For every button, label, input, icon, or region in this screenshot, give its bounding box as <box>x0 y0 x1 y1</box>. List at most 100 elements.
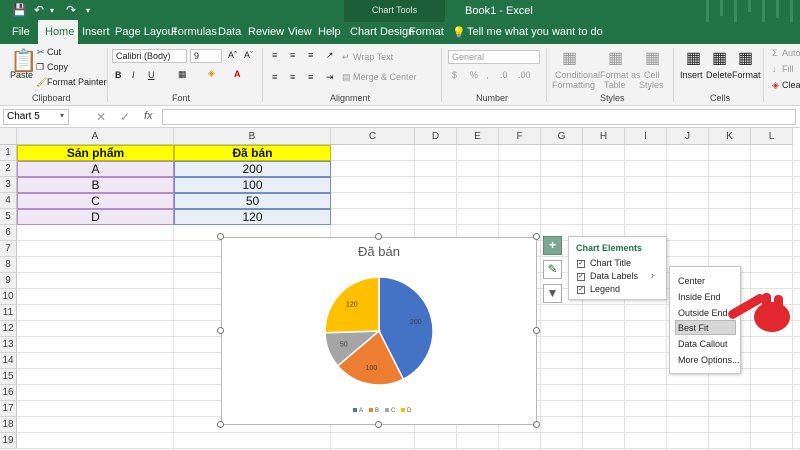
row-header-6[interactable]: 6 <box>0 225 17 241</box>
bold-icon[interactable]: B <box>115 70 122 80</box>
tab-file[interactable]: File <box>12 26 30 38</box>
menu-item-best-fit[interactable]: Best Fit <box>678 323 709 333</box>
resize-handle[interactable] <box>533 233 540 240</box>
column-header-g[interactable]: G <box>541 128 583 145</box>
borders-icon[interactable]: ▦ <box>178 69 187 80</box>
row-header-11[interactable]: 11 <box>0 305 17 321</box>
clear-button[interactable]: Clea <box>782 80 800 90</box>
select-all-corner[interactable] <box>0 128 17 145</box>
chart-styles-brush-icon[interactable]: ✎ <box>543 260 562 279</box>
row-header-12[interactable]: 12 <box>0 321 17 337</box>
formula-input[interactable] <box>162 109 796 125</box>
format-painter-icon[interactable]: 🖌 <box>36 77 47 88</box>
resize-handle[interactable] <box>217 327 224 334</box>
autosum-icon[interactable]: Σ <box>772 48 778 58</box>
column-header-h[interactable]: H <box>583 128 625 145</box>
chart-title-option[interactable]: ✓ Chart Title <box>577 258 631 268</box>
legend-item-c[interactable]: C <box>385 408 395 414</box>
pie-chart[interactable]: Đã bán 200 100 50 120 ABCD <box>221 237 537 425</box>
row-header-5[interactable]: 5 <box>0 209 17 225</box>
format-painter-button[interactable]: Format Painter <box>47 77 107 87</box>
pie-chart-plot[interactable]: 200 100 50 120 <box>222 238 536 424</box>
resize-handle[interactable] <box>217 421 224 428</box>
column-header-f[interactable]: F <box>499 128 541 145</box>
tab-help[interactable]: Help <box>318 26 341 38</box>
tab-page-layout[interactable]: Page Layout <box>115 26 177 38</box>
merge-center-icon[interactable]: ▤ <box>342 72 351 83</box>
undo-icon[interactable]: ↶ <box>34 3 44 17</box>
currency-icon[interactable]: $ <box>452 70 457 80</box>
data-label-b[interactable]: 100 <box>366 365 378 372</box>
font-name-select[interactable]: Calibri (Body) <box>112 49 187 63</box>
column-header-l[interactable]: L <box>751 128 793 145</box>
delete-cells-button[interactable]: Delete <box>706 70 732 80</box>
column-header-i[interactable]: I <box>625 128 667 145</box>
name-box-dropdown-icon[interactable]: ▾ <box>60 111 64 120</box>
italic-icon[interactable]: I <box>132 70 135 80</box>
tab-review[interactable]: Review <box>248 26 284 38</box>
row-header-8[interactable]: 8 <box>0 257 17 273</box>
row-header-4[interactable]: 4 <box>0 193 17 209</box>
row-header-18[interactable]: 18 <box>0 417 17 433</box>
indent-icon[interactable]: ⇥ <box>326 72 334 83</box>
legend-item-b[interactable]: B <box>369 408 379 414</box>
menu-item-center[interactable]: Center <box>678 276 705 286</box>
table-cell[interactable]: 200 <box>174 161 331 177</box>
data-label-d[interactable]: 120 <box>346 302 358 309</box>
checkbox-checked-icon[interactable]: ✓ <box>577 259 585 268</box>
legend-item-a[interactable]: A <box>353 408 363 414</box>
align-right-icon[interactable]: ≡ <box>308 72 313 82</box>
row-header-16[interactable]: 16 <box>0 385 17 401</box>
fill-button[interactable]: Fill <box>782 64 794 74</box>
cut-button[interactable]: Cut <box>47 47 61 57</box>
tab-format[interactable]: Format <box>409 26 444 38</box>
tab-formulas[interactable]: Formulas <box>171 26 217 38</box>
comma-icon[interactable]: , <box>486 70 489 80</box>
cut-icon[interactable]: ✂ <box>37 47 45 58</box>
paste-button[interactable]: Paste <box>10 70 33 80</box>
row-header-15[interactable]: 15 <box>0 369 17 385</box>
data-labels-option[interactable]: ✓ Data Labels <box>577 271 638 281</box>
format-as-table-button[interactable]: Format as <box>600 70 641 80</box>
chevron-right-icon[interactable]: › <box>651 270 654 280</box>
tab-data[interactable]: Data <box>218 26 241 38</box>
cell-styles-button[interactable]: Cell <box>644 70 660 80</box>
align-center-icon[interactable]: ≡ <box>290 72 295 82</box>
align-bottom-icon[interactable]: ≡ <box>308 50 313 60</box>
row-header-19[interactable]: 19 <box>0 433 17 449</box>
table-cell[interactable]: 100 <box>174 177 331 193</box>
column-header-b[interactable]: B <box>174 128 331 145</box>
conditional-formatting-button[interactable]: Conditional <box>555 70 600 80</box>
clear-icon[interactable]: ◈ <box>772 80 779 91</box>
table-cell[interactable]: B <box>17 177 174 193</box>
conditional-formatting-button-line2[interactable]: Formatting <box>552 80 595 90</box>
increase-font-icon[interactable]: Aˆ <box>228 50 237 60</box>
menu-item-more-options[interactable]: More Options... <box>678 355 740 365</box>
table-cell[interactable]: 50 <box>174 193 331 209</box>
table-cell[interactable]: C <box>17 193 174 209</box>
cell-styles-button-line2[interactable]: Styles <box>639 80 664 90</box>
copy-icon[interactable]: ❐ <box>36 62 44 73</box>
data-label-c[interactable]: 50 <box>340 342 348 349</box>
autosum-button[interactable]: Auto <box>782 48 800 58</box>
wrap-text-button[interactable]: Wrap Text <box>353 52 393 62</box>
row-header-7[interactable]: 7 <box>0 241 17 257</box>
tab-home[interactable]: Home <box>45 26 74 38</box>
checkbox-checked-icon[interactable]: ✓ <box>577 272 585 281</box>
row-header-17[interactable]: 17 <box>0 401 17 417</box>
row-header-13[interactable]: 13 <box>0 337 17 353</box>
header-cell-product[interactable]: Sản phẩm <box>17 145 174 161</box>
align-left-icon[interactable]: ≡ <box>272 72 277 82</box>
align-middle-icon[interactable]: ≡ <box>290 50 295 60</box>
enter-icon[interactable]: ✓ <box>120 110 130 124</box>
table-cell[interactable]: 120 <box>174 209 331 225</box>
menu-item-outside-end[interactable]: Outside End <box>678 308 728 318</box>
tell-me-search[interactable]: Tell me what you want to do <box>467 26 603 38</box>
underline-icon[interactable]: U <box>148 70 155 80</box>
format-as-table-button-line2[interactable]: Table <box>604 80 626 90</box>
decrease-font-icon[interactable]: Aˇ <box>244 50 253 60</box>
tab-chart-design[interactable]: Chart Design <box>350 26 414 38</box>
insert-cells-button[interactable]: Insert <box>680 70 703 80</box>
increase-decimal-icon[interactable]: .0 <box>500 70 508 80</box>
legend-item-d[interactable]: D <box>401 408 411 414</box>
